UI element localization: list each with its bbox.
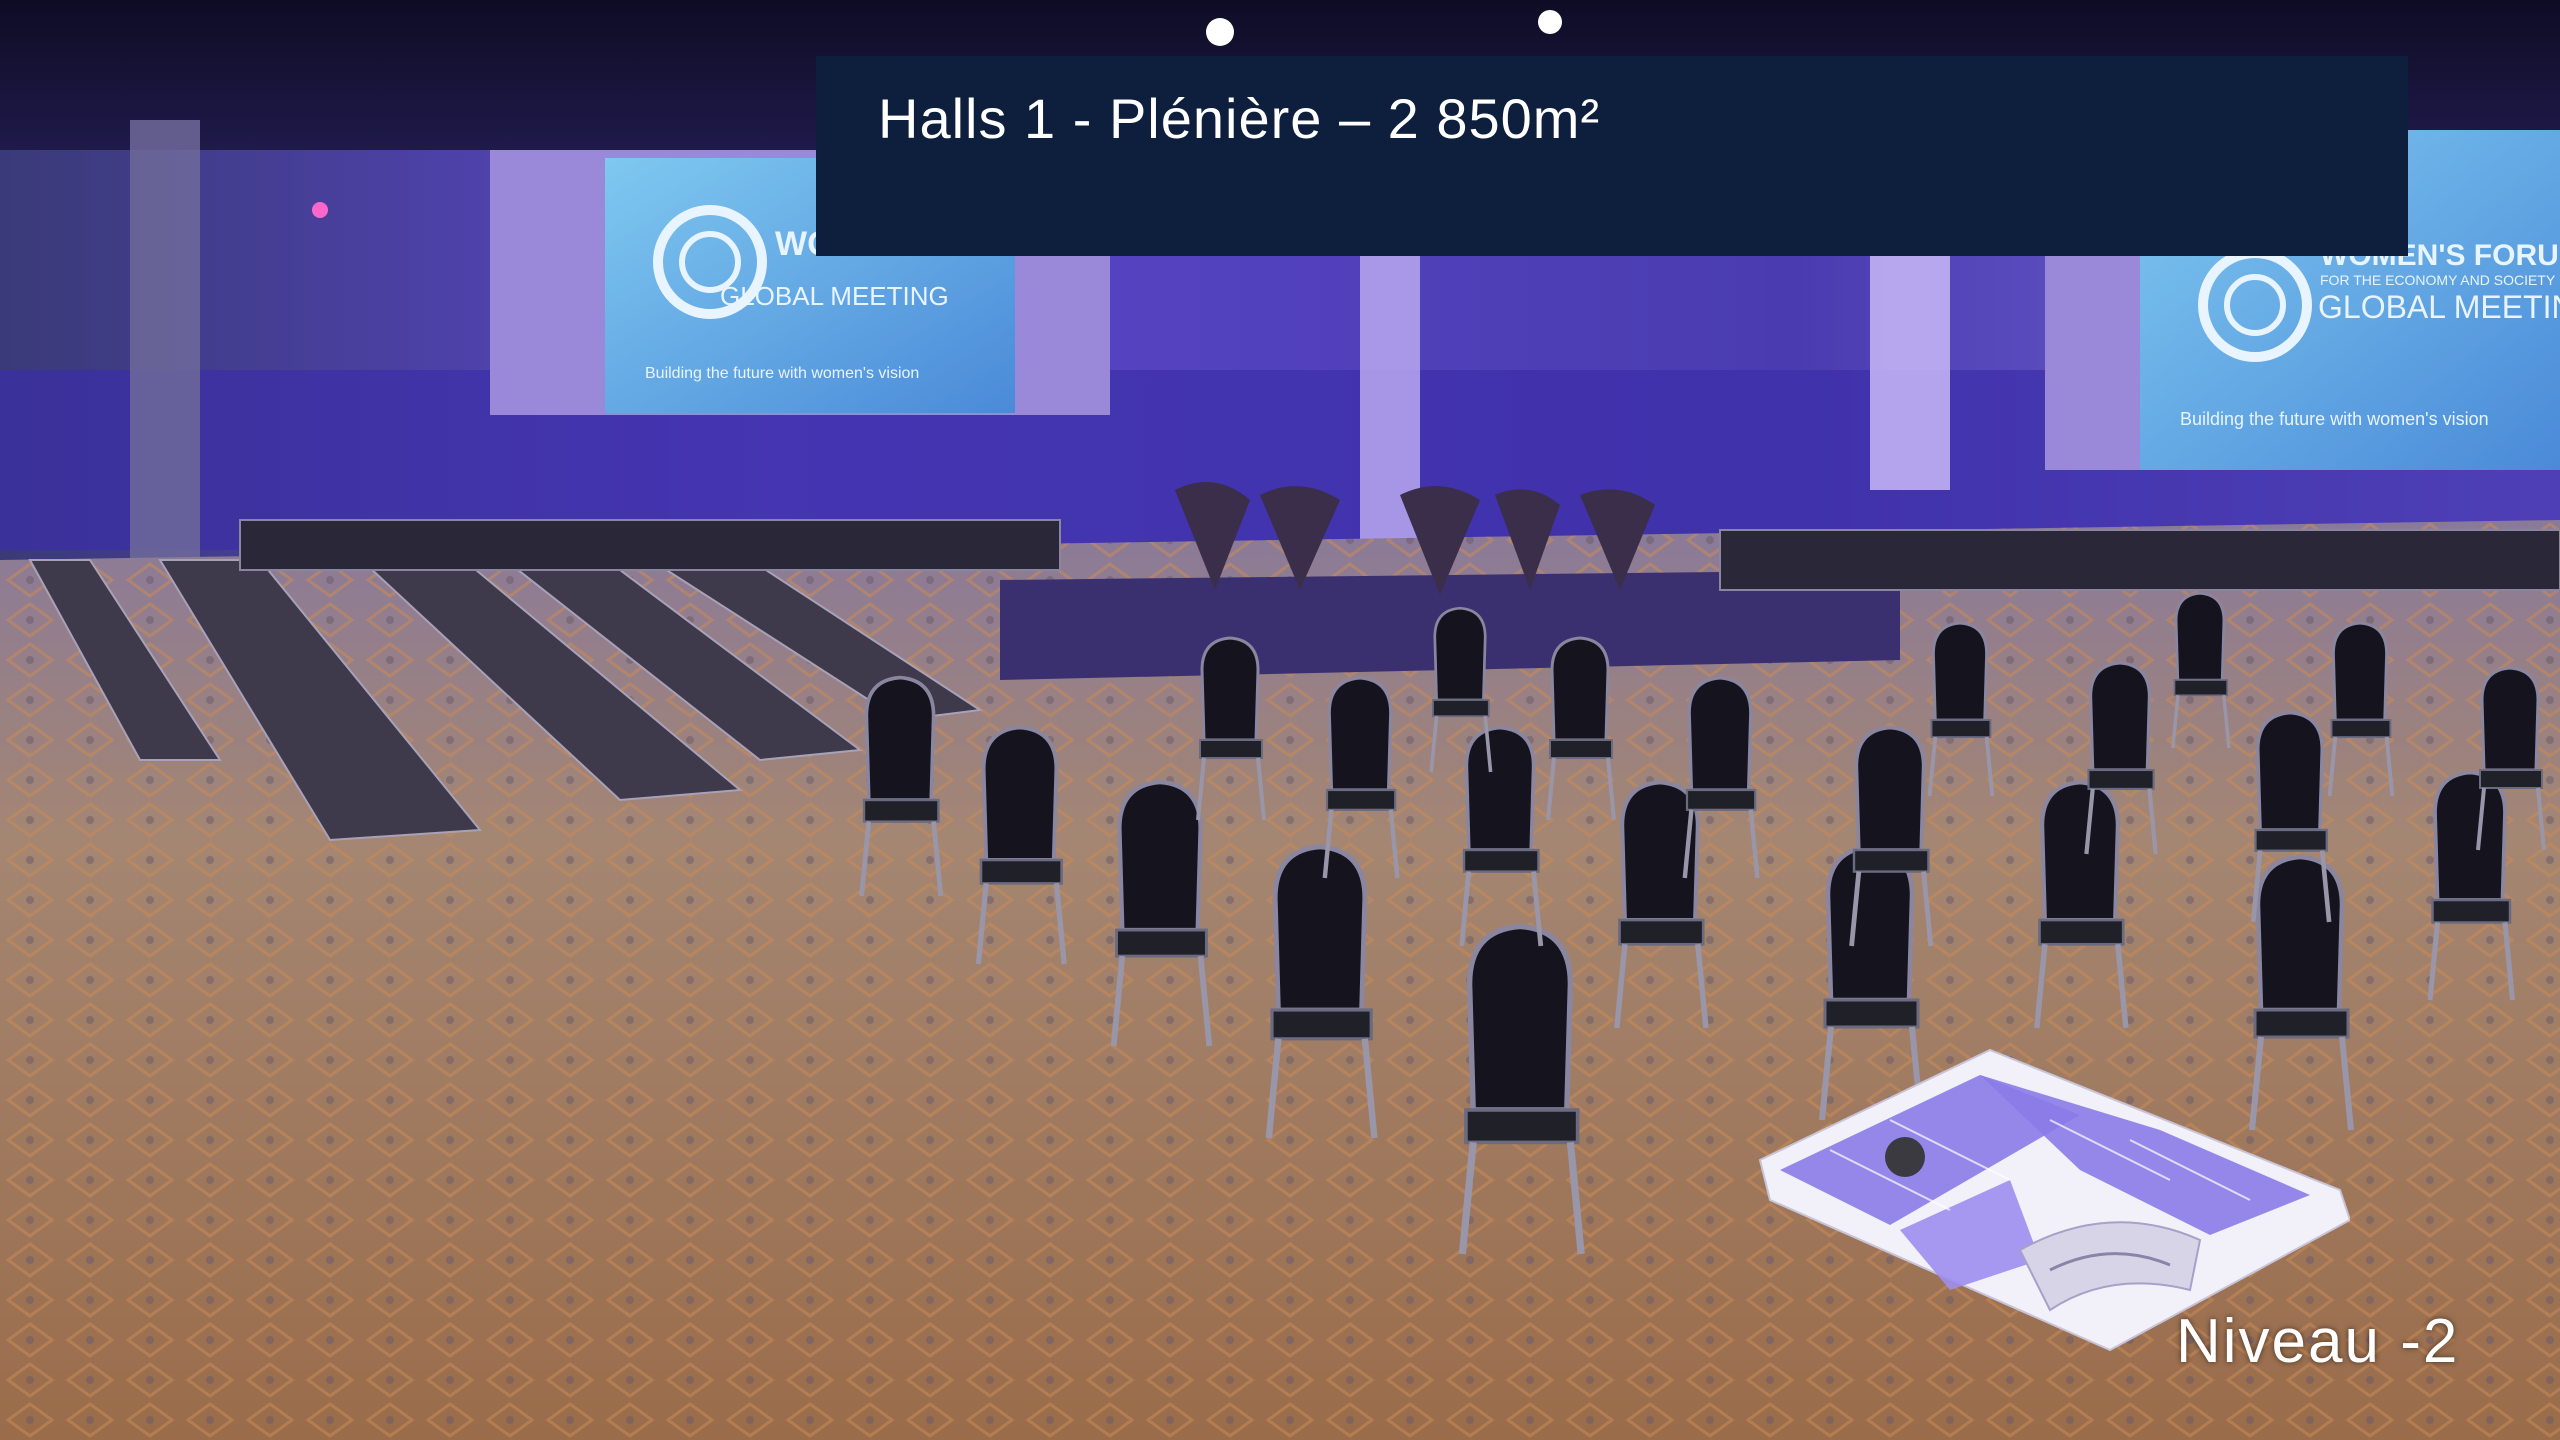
- title-banner: Halls 1 - Plénière – 2 850m²: [816, 56, 2408, 256]
- slide-title: Halls 1 - Plénière – 2 850m²: [878, 87, 1601, 150]
- right-screen-line2: FOR THE ECONOMY AND SOCIETY: [2320, 272, 2556, 288]
- right-screen-tagline: Building the future with women's vision: [2180, 409, 2489, 429]
- location-marker: [1885, 1137, 1925, 1177]
- left-screen-tagline: Building the future with women's vision: [645, 365, 919, 382]
- left-screen-line2: GLOBAL MEETING: [720, 281, 949, 311]
- right-screen-line3: GLOBAL MEETING: [2318, 289, 2560, 325]
- level-label: Niveau -2: [2176, 1307, 2460, 1376]
